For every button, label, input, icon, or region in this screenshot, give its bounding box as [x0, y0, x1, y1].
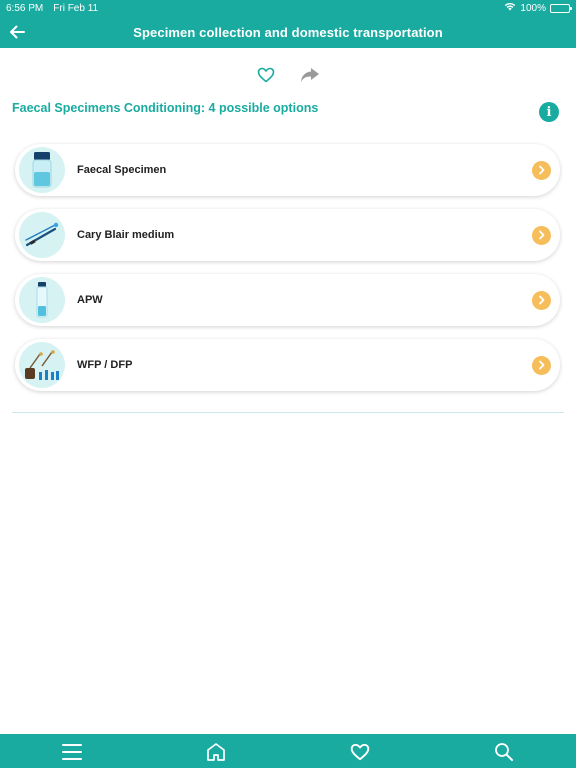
- swab-icon: [19, 212, 65, 258]
- test-tube-icon: [19, 277, 65, 323]
- favorite-button[interactable]: [255, 64, 277, 86]
- tab-search[interactable]: [492, 740, 516, 764]
- chevron-right-icon: [532, 160, 551, 180]
- nav-bar: Specimen collection and domestic transpo…: [0, 16, 576, 48]
- home-icon: [207, 743, 225, 761]
- favorites-icon: [350, 743, 370, 761]
- chevron-right-icon: [532, 290, 551, 310]
- tab-bar: [0, 734, 576, 768]
- option-label: Cary Blair medium: [77, 229, 175, 241]
- status-time: 6:56 PM: [6, 2, 44, 14]
- chevron-right-icon: [532, 355, 551, 375]
- option-card-wfp-dfp[interactable]: WFP / DFP: [15, 339, 560, 391]
- share-button[interactable]: [299, 64, 321, 86]
- option-card-cary-blair[interactable]: Cary Blair medium: [15, 209, 560, 261]
- battery-percent: 100%: [520, 2, 546, 14]
- tab-menu[interactable]: [60, 740, 84, 764]
- option-card-apw[interactable]: APW: [15, 274, 560, 326]
- info-button[interactable]: i: [539, 102, 559, 122]
- option-label: Faecal Specimen: [77, 164, 167, 176]
- search-icon: [495, 743, 513, 761]
- arrow-left-icon: [10, 25, 25, 39]
- divider: [12, 412, 564, 413]
- status-date: Fri Feb 11: [53, 2, 99, 14]
- back-button[interactable]: [6, 21, 28, 43]
- tab-home[interactable]: [204, 740, 228, 764]
- menu-icon: [62, 744, 82, 760]
- tab-favorites[interactable]: [348, 740, 372, 764]
- section-title: Faecal Specimens Conditioning: 4 possibl…: [12, 101, 319, 115]
- battery-icon: [550, 3, 572, 13]
- chevron-right-icon: [532, 225, 551, 245]
- action-row: [0, 64, 576, 88]
- share-arrow-icon: [301, 68, 319, 82]
- filter-paper-icon: [19, 342, 65, 388]
- status-bar: 6:56 PM Fri Feb 11 100%: [0, 0, 576, 16]
- info-icon: i: [546, 104, 552, 120]
- option-card-faecal-specimen[interactable]: Faecal Specimen: [15, 144, 560, 196]
- wifi-icon: [504, 2, 516, 14]
- specimen-jar-icon: [19, 147, 65, 193]
- page-title: Specimen collection and domestic transpo…: [133, 24, 443, 40]
- option-label: WFP / DFP: [77, 359, 133, 371]
- heart-icon: [257, 67, 275, 83]
- option-label: APW: [77, 294, 103, 306]
